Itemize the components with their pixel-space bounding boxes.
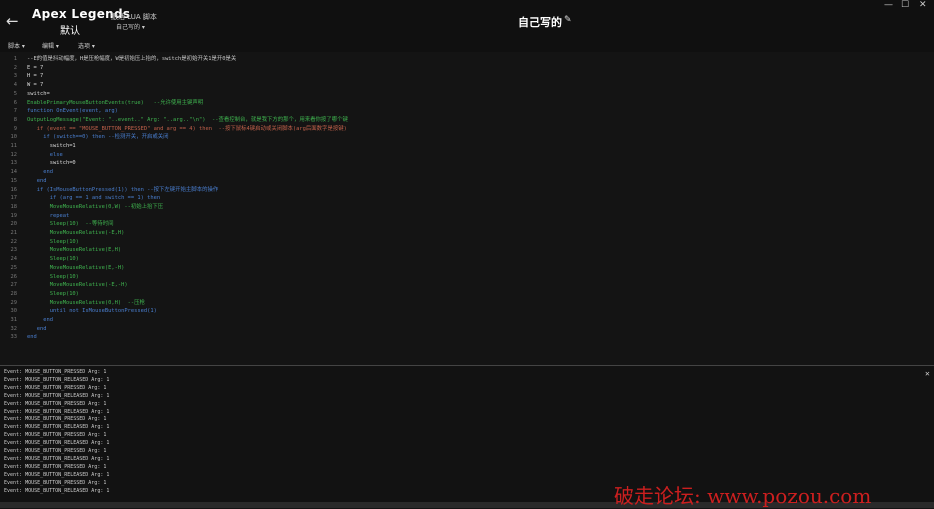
maximize-icon[interactable]: ☐ (901, 0, 909, 10)
console-line: Event: MOUSE_BUTTON_RELEASED Arg: 1 (4, 376, 110, 383)
line-number: 20 (10, 221, 18, 228)
console-line: Event: MOUSE_BUTTON_RELEASED Arg: 1 (4, 408, 110, 415)
line-number: 6 (13, 99, 17, 106)
line-number: 18 (10, 203, 18, 210)
line-number: 24 (10, 256, 18, 263)
console-line: Event: MOUSE_BUTTON_RELEASED Arg: 1 (4, 487, 110, 494)
code-text: Sleep(10) (27, 290, 79, 297)
line-number: 28 (10, 290, 18, 297)
code-editor[interactable]: 1 --E的值是抖动幅度，H是压枪幅度，W是初始压上抬的，switch是初始开关1… (0, 52, 934, 364)
line-number: 12 (10, 151, 18, 158)
line-number: 2 (13, 64, 17, 71)
console-line: Event: MOUSE_BUTTON_RELEASED Arg: 1 (4, 392, 110, 399)
close-icon[interactable]: ✕ (919, 0, 927, 10)
line-number: 7 (13, 108, 17, 115)
code-text: MoveMouseRelative(-E,H) (27, 230, 125, 236)
console-line: Event: MOUSE_BUTTON_RELEASED Arg: 1 (4, 424, 110, 431)
profile-name: 默认 (60, 26, 80, 37)
code-text: end (27, 177, 47, 184)
line-number: 17 (10, 195, 18, 202)
code-text: Sleep(10) (27, 238, 79, 245)
line-number: 33 (10, 334, 18, 341)
line-number: 10 (10, 134, 18, 141)
line-number: 9 (13, 125, 17, 132)
profile-dropdown[interactable]: 自己写的 ▾ (116, 22, 145, 31)
watermark: 破走论坛: www.pozou.com (614, 484, 872, 508)
code-text: MoveMouseRelative(E,H) (27, 247, 122, 254)
console-line: Event: MOUSE_BUTTON_PRESSED Arg: 1 (4, 463, 107, 470)
minimize-icon[interactable]: — (884, 0, 893, 10)
code-text: MoveMouseRelative(-E,-H) (27, 282, 128, 289)
back-arrow-icon[interactable]: ← (6, 12, 19, 30)
line-number: 1 (13, 56, 17, 62)
code-text: EnablePrimaryMouseButtonEvents(true) --允… (27, 99, 204, 106)
line-number: 31 (10, 317, 18, 323)
console-line: Event: MOUSE_BUTTON_PRESSED Arg: 1 (4, 400, 107, 407)
console-line: Event: MOUSE_BUTTON_RELEASED Arg: 1 (4, 455, 110, 462)
line-number: 5 (13, 90, 17, 97)
line-number: 13 (10, 160, 18, 167)
console-close-icon[interactable]: ✕ (925, 369, 930, 378)
code-text: end (27, 317, 53, 323)
code-text: switch= (27, 90, 50, 97)
line-number: 21 (10, 230, 18, 236)
code-text: repeat (27, 212, 70, 219)
console-line: Event: MOUSE_BUTTON_PRESSED Arg: 1 (4, 479, 107, 486)
code-text: function OnEvent(event, arg) (27, 108, 118, 115)
code-text: W = 7 (27, 82, 44, 89)
code-text: Sleep(10) (27, 256, 79, 263)
line-number: 14 (10, 169, 18, 176)
code-text: else (27, 151, 63, 158)
line-number: 11 (10, 143, 18, 149)
console-line: Event: MOUSE_BUTTON_PRESSED Arg: 1 (4, 416, 107, 423)
line-number: 30 (10, 308, 18, 315)
code-text: if (arg == 1 and switch == 1) then (27, 195, 161, 202)
code-text: E = 7 (27, 64, 44, 71)
edit-pencil-icon[interactable]: ✎ (564, 15, 572, 25)
lua-script-label: 激活 LUA 脚本 (111, 13, 157, 21)
code-text: end (27, 325, 47, 332)
script-title: 自己写的 (518, 16, 562, 29)
line-number: 26 (10, 273, 18, 280)
code-text: MoveMouseRelative(E,-H) (27, 264, 125, 271)
code-text: H = 7 (27, 73, 44, 80)
line-number: 3 (13, 73, 17, 80)
menu-bar: 脚本 ▾ 编辑 ▾ 选项 ▾ (0, 40, 934, 52)
code-text: MoveMouseRelative(0,W) --初始上抬下压 (27, 203, 164, 210)
console-line: Event: MOUSE_BUTTON_PRESSED Arg: 1 (4, 369, 107, 375)
code-text: Sleep(10) --等待时间 (27, 221, 114, 228)
line-number: 27 (10, 282, 18, 289)
console-line: Event: MOUSE_BUTTON_PRESSED Arg: 1 (4, 384, 107, 391)
line-number: 23 (10, 247, 18, 254)
menu-options[interactable]: 选项 ▾ (78, 41, 95, 50)
line-number: 8 (13, 116, 17, 123)
code-text: if (switch==0) then --检测开关，开启或关闭 (27, 134, 169, 141)
code-text: MoveMouseRelative(0,H) --压枪 (27, 299, 145, 306)
code-text: OutputLogMessage("Event: "..event.." Arg… (27, 116, 348, 123)
line-number: 4 (13, 82, 17, 89)
menu-script[interactable]: 脚本 ▾ (8, 41, 25, 50)
code-text: Sleep(10) (27, 273, 79, 280)
code-text: if (event == "MOUSE_BUTTON_PRESSED" and … (27, 125, 347, 132)
line-number: 29 (10, 299, 18, 306)
console-line: Event: MOUSE_BUTTON_PRESSED Arg: 1 (4, 448, 107, 454)
code-text: if (IsMouseButtonPressed(1)) then --按下左键… (27, 186, 219, 193)
console-line: Event: MOUSE_BUTTON_RELEASED Arg: 1 (4, 471, 110, 478)
menu-edit[interactable]: 编辑 ▾ (42, 41, 59, 50)
console-line: Event: MOUSE_BUTTON_RELEASED Arg: 1 (4, 440, 110, 447)
title-bar: ← Apex Legends 默认 激活 LUA 脚本 自己写的 ▾ 自己写的 … (0, 0, 934, 40)
console-line: Event: MOUSE_BUTTON_PRESSED Arg: 1 (4, 432, 107, 439)
code-text: end (27, 169, 53, 176)
code-text: switch=1 (27, 143, 76, 149)
code-text: end (27, 334, 37, 341)
line-number: 15 (10, 177, 18, 184)
line-number: 32 (10, 325, 18, 332)
code-text: until not IsMouseButtonPressed(1) (27, 308, 157, 315)
code-text: --E的值是抖动幅度，H是压枪幅度，W是初始压上抬的，switch是初始开关1是… (27, 56, 237, 62)
code-text: switch=0 (27, 160, 76, 167)
line-number: 25 (10, 264, 18, 271)
line-number: 22 (10, 238, 18, 245)
line-number: 16 (10, 186, 18, 193)
line-number: 19 (10, 212, 18, 219)
